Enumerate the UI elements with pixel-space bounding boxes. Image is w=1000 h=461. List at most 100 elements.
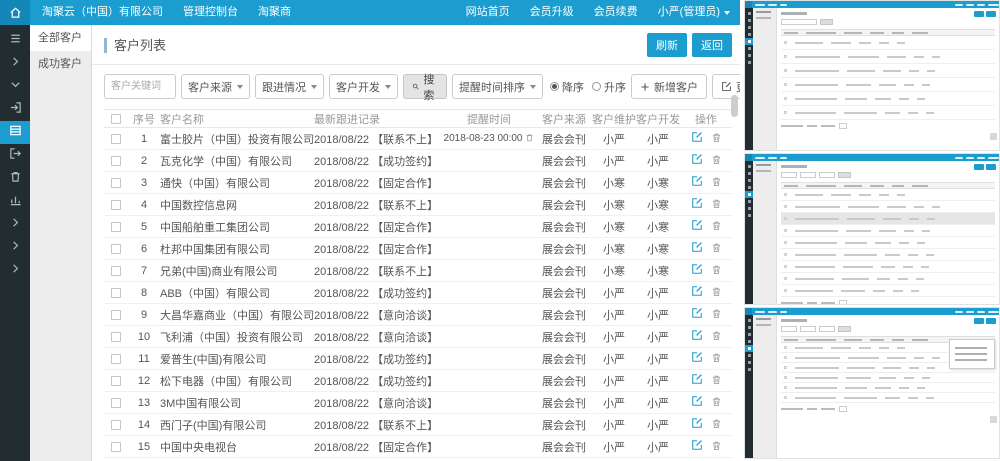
edit-icon[interactable] bbox=[691, 417, 703, 432]
sidebar-item-all-customers[interactable]: 全部客户 bbox=[30, 25, 91, 51]
top-right-link-2[interactable]: 会员续费 bbox=[584, 0, 648, 25]
row-checkbox[interactable] bbox=[111, 178, 121, 188]
row-checkbox[interactable] bbox=[111, 288, 121, 298]
table-header-row: 序号客户名称最新跟进记录提醒时间客户来源客户维护客户开发操作 bbox=[104, 110, 732, 128]
trash-icon[interactable] bbox=[711, 374, 722, 388]
top-right-link-0[interactable]: 网站首页 bbox=[456, 0, 520, 25]
cell-index: 6 bbox=[128, 238, 160, 260]
edit-icon[interactable] bbox=[691, 329, 703, 344]
trash-icon[interactable] bbox=[711, 418, 722, 432]
menu-icon bbox=[9, 32, 22, 50]
sidebar-item-3[interactable] bbox=[0, 98, 30, 121]
scrollbar-thumb[interactable] bbox=[731, 95, 738, 117]
trash-icon[interactable] bbox=[711, 352, 722, 366]
cell-keeper: 小寒 bbox=[592, 216, 636, 238]
sidebar-item-7[interactable] bbox=[0, 190, 30, 213]
edit-icon[interactable] bbox=[691, 307, 703, 322]
sidebar-item-8[interactable] bbox=[0, 213, 30, 236]
edit-icon[interactable] bbox=[691, 153, 703, 168]
source-select[interactable]: 客户来源 bbox=[181, 74, 250, 99]
nav-link-0[interactable]: 管理控制台 bbox=[173, 0, 248, 25]
row-checkbox[interactable] bbox=[111, 156, 121, 166]
sidebar-item-2[interactable] bbox=[0, 75, 30, 98]
cell-remind-time bbox=[442, 150, 536, 172]
cell-source: 展会会刊 bbox=[536, 194, 592, 216]
edit-icon[interactable] bbox=[691, 263, 703, 278]
edit-icon[interactable] bbox=[691, 131, 703, 146]
cell-keeper: 小严 bbox=[592, 282, 636, 304]
row-checkbox[interactable] bbox=[111, 244, 121, 254]
trash-icon[interactable] bbox=[711, 220, 722, 234]
preview-screenshot-2[interactable] bbox=[744, 153, 1000, 305]
cell-latest-record: 2018/08/22 【固定合作】 bbox=[314, 436, 442, 458]
develop-select[interactable]: 客户开发 bbox=[329, 74, 398, 99]
sidebar-item-success-customers[interactable]: 成功客户 bbox=[30, 51, 91, 77]
preview-screenshot-3[interactable] bbox=[744, 307, 1000, 459]
sidebar-item-10[interactable] bbox=[0, 259, 30, 282]
edit-icon[interactable] bbox=[691, 351, 703, 366]
trash-icon[interactable] bbox=[711, 132, 722, 146]
user-menu[interactable]: 小严(管理员) bbox=[648, 0, 740, 25]
sidebar-item-0[interactable] bbox=[0, 29, 30, 52]
edit-icon[interactable] bbox=[691, 219, 703, 234]
cell-remind-time bbox=[442, 414, 536, 436]
trash-icon[interactable] bbox=[711, 176, 722, 190]
cell-remind-time: 2018-08-23 00:00 bbox=[442, 128, 536, 150]
cell-index: 10 bbox=[128, 326, 160, 348]
sort-field-select[interactable]: 提醒时间排序 bbox=[452, 74, 543, 99]
edit-icon[interactable] bbox=[691, 373, 703, 388]
row-checkbox[interactable] bbox=[111, 376, 121, 386]
cell-keeper: 小严 bbox=[592, 458, 636, 461]
trash-icon[interactable] bbox=[711, 264, 722, 278]
trash-icon[interactable] bbox=[711, 330, 722, 344]
trash-icon[interactable] bbox=[711, 396, 722, 410]
row-checkbox[interactable] bbox=[111, 310, 121, 320]
cell-remind-time bbox=[442, 326, 536, 348]
row-checkbox[interactable] bbox=[111, 354, 121, 364]
row-checkbox[interactable] bbox=[111, 134, 121, 144]
list-icon bbox=[9, 124, 22, 142]
trash-icon[interactable] bbox=[711, 440, 722, 454]
row-checkbox[interactable] bbox=[111, 420, 121, 430]
sort-asc-radio[interactable]: 升序 bbox=[592, 79, 626, 95]
home-icon[interactable] bbox=[0, 0, 30, 25]
select-all-checkbox[interactable] bbox=[111, 114, 121, 124]
top-right-link-1[interactable]: 会员升级 bbox=[520, 0, 584, 25]
edit-icon[interactable] bbox=[691, 439, 703, 454]
search-button[interactable]: 搜索 bbox=[403, 74, 447, 99]
edit-icon[interactable] bbox=[691, 285, 703, 300]
preview-screenshot-1[interactable] bbox=[744, 0, 1000, 151]
add-customer-button[interactable]: 新增客户 bbox=[631, 74, 707, 99]
row-checkbox[interactable] bbox=[111, 442, 121, 452]
sidebar-item-6[interactable] bbox=[0, 167, 30, 190]
sidebar-item-4[interactable] bbox=[0, 121, 30, 144]
chevron-down-icon bbox=[385, 85, 391, 89]
followup-select[interactable]: 跟进情况 bbox=[255, 74, 324, 99]
cell-customer-name: 兄弟(中国)商业有限公司 bbox=[160, 260, 314, 282]
sidebar-item-5[interactable] bbox=[0, 144, 30, 167]
trash-icon[interactable] bbox=[711, 154, 722, 168]
row-checkbox[interactable] bbox=[111, 398, 121, 408]
refresh-button[interactable]: 刷新 bbox=[647, 33, 687, 57]
keyword-input[interactable] bbox=[104, 74, 176, 99]
row-checkbox[interactable] bbox=[111, 266, 121, 276]
row-checkbox[interactable] bbox=[111, 222, 121, 232]
trash-icon[interactable] bbox=[711, 242, 722, 256]
trash-icon[interactable] bbox=[711, 198, 722, 212]
edit-icon[interactable] bbox=[691, 175, 703, 190]
trash-icon[interactable] bbox=[711, 286, 722, 300]
sort-desc-radio[interactable]: 降序 bbox=[550, 79, 584, 95]
sidebar-item-1[interactable] bbox=[0, 52, 30, 75]
edit-icon[interactable] bbox=[691, 395, 703, 410]
cell-customer-name: 瓦克化学（中国）有限公司 bbox=[160, 150, 314, 172]
trash-icon[interactable] bbox=[525, 133, 534, 145]
sidebar-item-9[interactable] bbox=[0, 236, 30, 259]
edit-icon[interactable] bbox=[691, 197, 703, 212]
edit-icon[interactable] bbox=[691, 241, 703, 256]
row-checkbox[interactable] bbox=[111, 332, 121, 342]
trash-icon[interactable] bbox=[711, 308, 722, 322]
nav-link-1[interactable]: 淘聚商 bbox=[248, 0, 301, 25]
back-button[interactable]: 返回 bbox=[692, 33, 732, 57]
cell-remind-time bbox=[442, 172, 536, 194]
row-checkbox[interactable] bbox=[111, 200, 121, 210]
